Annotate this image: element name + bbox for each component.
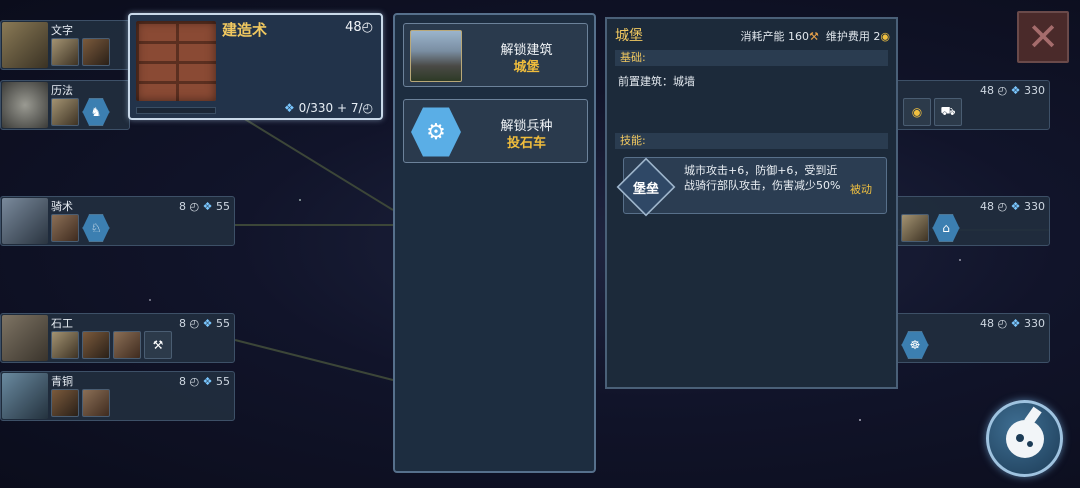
unlock-list-panel: 解锁建筑 城堡 ⚙ 解锁兵种 投石车: [393, 13, 596, 473]
unlock-thumbnail[interactable]: [51, 389, 79, 417]
castle-icon: [410, 30, 462, 82]
basic-section-header: 基础:: [615, 50, 888, 66]
turn-icon: ◴: [997, 84, 1008, 97]
science-icon: ❖: [202, 317, 213, 330]
tech-node-calendar[interactable]: 历法 ♞: [0, 80, 130, 130]
skill-description: 城市攻击+6，防御+6，受到近战骑行部队攻击，伤害减少50%: [684, 164, 841, 192]
selected-tech-name: 建造术: [222, 21, 268, 39]
science-icon: ❖: [1010, 84, 1021, 97]
turn-icon: ◴: [189, 375, 200, 388]
science-icon: ❖: [1010, 317, 1021, 330]
building-title: 城堡: [615, 28, 643, 44]
unlock-thumbnail[interactable]: [82, 38, 110, 66]
skills-section-header: 技能:: [615, 133, 888, 149]
unlock-thumbnail[interactable]: [113, 331, 141, 359]
unlock-unit-icon[interactable]: ♞: [82, 98, 110, 126]
unlock-unit-icon[interactable]: ♘: [82, 214, 110, 242]
unlock-thumbnail[interactable]: [901, 214, 929, 242]
unlock-unit-item[interactable]: ⚙ 解锁兵种 投石车: [403, 99, 588, 163]
research-progress-bar: [136, 107, 216, 114]
catapult-icon: ⚙: [411, 107, 461, 157]
turn-icon: ◴: [997, 317, 1008, 330]
calendar-thumbnail: [2, 82, 48, 128]
science-icon: ❖: [202, 375, 213, 388]
close-icon: ✕: [1027, 15, 1059, 59]
skill-name: 堡垒: [632, 182, 659, 197]
masonry-thumbnail: [2, 315, 48, 361]
gold-icon: ◉: [880, 30, 890, 43]
tech-node-horseback[interactable]: 骑术 8 ◴ ❖ 55 ♘: [0, 196, 235, 246]
building-info-panel: 城堡 消耗产能 160⚒ 维护费用 2◉ 基础: 前置建筑：城墙 技能: 堡垒 …: [605, 17, 898, 389]
tech-node-name: 青铜: [51, 375, 73, 388]
unlock-thumbnail[interactable]: [51, 98, 79, 126]
tech-node-bronze[interactable]: 青铜 8 ◴ ❖ 55: [0, 371, 235, 421]
science-icon: ❖: [283, 101, 295, 115]
turn-icon: ◴: [189, 317, 200, 330]
selected-tech-progress: ❖ 0/330 + 7/◴: [283, 101, 373, 115]
turn-icon: ◴: [189, 200, 200, 213]
production-icon: ⚒: [809, 30, 819, 43]
unlock-thumbnail[interactable]: [51, 331, 79, 359]
skill-type: 被动: [850, 183, 872, 196]
tech-node-name: 历法: [51, 84, 73, 97]
turn-icon: ◴: [997, 200, 1008, 213]
research-button[interactable]: [986, 400, 1063, 477]
tech-node-writing[interactable]: 文字: [0, 20, 130, 70]
tech-node-name: 骑术: [51, 200, 73, 213]
unlock-thumbnail[interactable]: [82, 331, 110, 359]
tech-node-stats: 48 ◴ ❖ 330: [980, 317, 1045, 330]
turn-icon: ◴: [362, 101, 373, 115]
writing-thumbnail: [2, 22, 48, 68]
unlock-thumbnail[interactable]: [51, 214, 79, 242]
coin-icon[interactable]: ◉: [903, 98, 931, 126]
tech-node-masonry[interactable]: 石工 8 ◴ ❖ 55 ⚒: [0, 313, 235, 363]
unlock-unit-icon[interactable]: ☸: [901, 331, 929, 359]
unlock-unit-icon[interactable]: ⌂: [932, 214, 960, 242]
skill-card[interactable]: 堡垒 城市攻击+6，防御+6，受到近战骑行部队攻击，伤害减少50% 被动: [616, 157, 887, 217]
selected-tech-card[interactable]: 建造术 48◴ ❖ 0/330 + 7/◴: [128, 13, 383, 120]
turn-icon: ◴: [361, 20, 373, 35]
unlock-building-value: 城堡: [513, 60, 540, 75]
building-cost: 消耗产能 160⚒ 维护费用 2◉: [740, 30, 890, 43]
prerequisite-building: 前置建筑：城墙: [618, 75, 695, 88]
unlock-thumbnail[interactable]: [82, 389, 110, 417]
bronze-thumbnail: [2, 373, 48, 419]
worker-icon[interactable]: ⚒: [144, 331, 172, 359]
tech-node-stats: 8 ◴ ❖ 55: [179, 375, 230, 388]
unlock-thumbnail[interactable]: [51, 38, 79, 66]
tech-node-name: 文字: [51, 24, 73, 37]
close-button[interactable]: ✕: [1017, 11, 1069, 63]
unlock-building-item[interactable]: 解锁建筑 城堡: [403, 23, 588, 87]
science-icon: ❖: [1010, 200, 1021, 213]
tech-node-stats: 48 ◴ ❖ 330: [980, 200, 1045, 213]
wagon-icon[interactable]: ⛟: [934, 98, 962, 126]
flask-icon: [1005, 419, 1044, 458]
science-icon: ❖: [202, 200, 213, 213]
tech-node-name: 石工: [51, 317, 73, 330]
horseback-thumbnail: [2, 198, 48, 244]
tech-node-stats: 8 ◴ ❖ 55: [179, 200, 230, 213]
construction-thumbnail: [136, 21, 216, 101]
tech-node-stats: 8 ◴ ❖ 55: [179, 317, 230, 330]
unlock-unit-value: 投石车: [506, 136, 546, 151]
selected-tech-turns: 48◴: [345, 20, 373, 35]
tech-node-stats: 48 ◴ ❖ 330: [980, 84, 1045, 97]
